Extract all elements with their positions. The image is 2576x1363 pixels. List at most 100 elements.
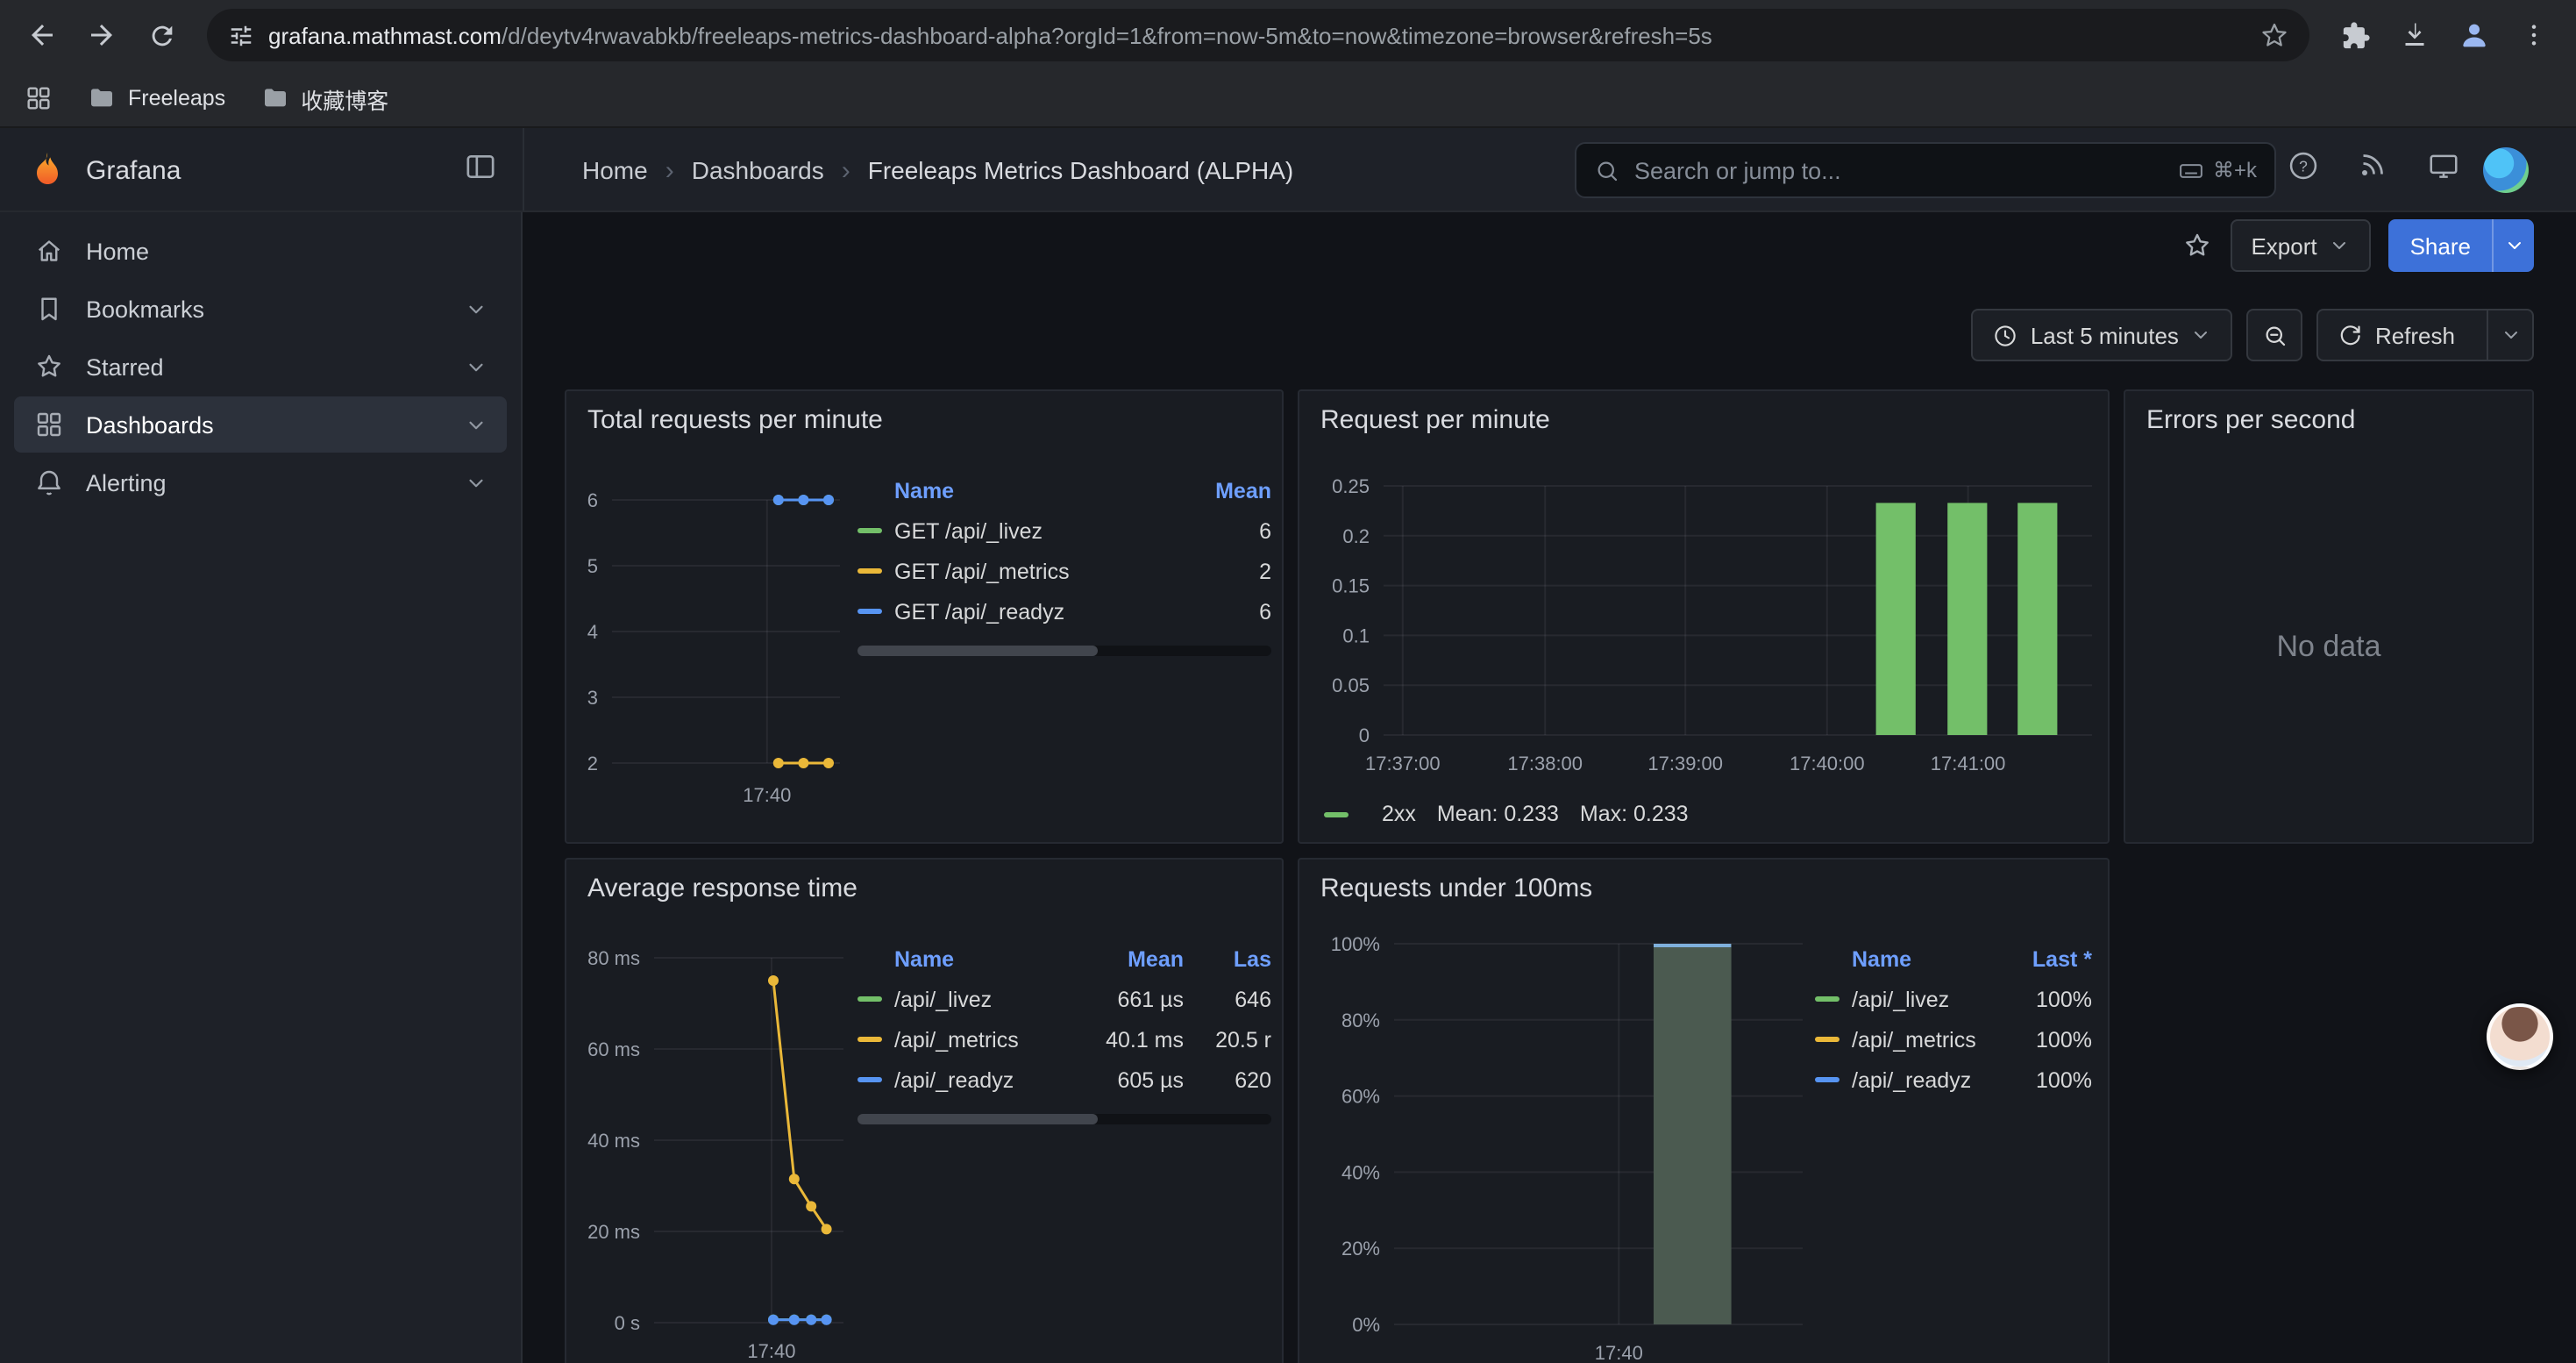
user-avatar[interactable] bbox=[2483, 147, 2529, 193]
breadcrumb-current[interactable]: Freeleaps Metrics Dashboard (ALPHA) bbox=[868, 156, 1294, 184]
series-color-dash bbox=[1324, 811, 1348, 817]
legend-series-row[interactable]: GET /api/_metrics2 bbox=[857, 551, 1271, 591]
panel-title[interactable]: Requests under 100ms bbox=[1299, 860, 2108, 917]
chevron-down-icon[interactable] bbox=[465, 355, 487, 378]
downloads-button[interactable] bbox=[2387, 7, 2443, 63]
legend-series-row[interactable]: /api/_livez661 µs646 bbox=[857, 979, 1271, 1019]
profile-icon bbox=[2457, 18, 2492, 53]
scrollbar-thumb[interactable] bbox=[857, 1114, 1098, 1124]
bookmark-star-icon[interactable] bbox=[2260, 21, 2288, 49]
legend-series-row[interactable]: /api/_readyz605 µs620 bbox=[857, 1060, 1271, 1100]
chevron-down-icon[interactable] bbox=[465, 471, 487, 494]
refresh-interval-button[interactable] bbox=[2487, 310, 2532, 360]
url-bar[interactable]: grafana.mathmast.com/d/deytv4rwavabkb/fr… bbox=[207, 9, 2309, 61]
breadcrumb: Home › Dashboards › Freeleaps Metrics Da… bbox=[582, 128, 1293, 212]
legend-series-row[interactable]: GET /api/_livez6 bbox=[857, 510, 1271, 551]
series-name[interactable]: /api/_metrics bbox=[1852, 1027, 2004, 1052]
assistant-avatar-button[interactable] bbox=[2487, 1003, 2553, 1070]
legend-scrollbar[interactable] bbox=[857, 1114, 1271, 1124]
zoom-out-button[interactable] bbox=[2247, 309, 2303, 361]
legend[interactable]: 2xx Mean: 0.233 Max: 0.233 bbox=[1324, 802, 1689, 826]
extensions-button[interactable] bbox=[2327, 7, 2383, 63]
legend-column-header[interactable]: Last * bbox=[2004, 947, 2092, 972]
share-button[interactable]: Share bbox=[2389, 219, 2492, 272]
legend-series-row[interactable]: /api/_livez100% bbox=[1815, 979, 2092, 1019]
legend-column-header[interactable]: Las bbox=[1184, 947, 1271, 972]
sidebar-item-alerting[interactable]: Alerting bbox=[14, 454, 507, 510]
help-button[interactable]: ? bbox=[2287, 149, 2320, 182]
series-name[interactable]: /api/_metrics bbox=[894, 1027, 1068, 1052]
series-value: 661 µs bbox=[1068, 987, 1184, 1011]
svg-text:0.25: 0.25 bbox=[1332, 475, 1370, 497]
series-name[interactable]: GET /api/_livez bbox=[894, 518, 1184, 543]
requests-under-100ms-bar-chart[interactable]: 100%80%60%40%20%0%17:40 bbox=[1303, 923, 1850, 1363]
series-name[interactable]: /api/_readyz bbox=[894, 1067, 1068, 1092]
profile-button[interactable] bbox=[2446, 7, 2502, 63]
total-requests-line-chart[interactable]: 6543217:40 bbox=[570, 454, 854, 826]
breadcrumb-home[interactable]: Home bbox=[582, 156, 648, 184]
series-name[interactable]: GET /api/_metrics bbox=[894, 559, 1184, 583]
series-value: 2 bbox=[1184, 559, 1271, 583]
panel-title[interactable]: Errors per second bbox=[2125, 391, 2532, 449]
time-range-label: Last 5 minutes bbox=[2031, 322, 2179, 348]
news-button[interactable] bbox=[2357, 149, 2388, 181]
series-name[interactable]: /api/_livez bbox=[894, 987, 1068, 1011]
svg-text:100%: 100% bbox=[1331, 933, 1380, 955]
series-name[interactable]: 2xx bbox=[1382, 802, 1416, 826]
series-name[interactable]: /api/_readyz bbox=[1852, 1067, 2004, 1092]
series-value: 605 µs bbox=[1068, 1067, 1184, 1092]
refresh-button[interactable]: Refresh bbox=[2319, 310, 2474, 360]
search-input[interactable]: Search or jump to... ⌘+k bbox=[1575, 142, 2276, 198]
panel-title[interactable]: Total requests per minute bbox=[566, 391, 1282, 449]
apps-grid-icon[interactable] bbox=[25, 84, 53, 112]
monitor-icon bbox=[2427, 149, 2460, 182]
svg-text:17:40: 17:40 bbox=[747, 1340, 795, 1362]
chevron-down-icon[interactable] bbox=[465, 297, 487, 320]
bookmark-folder-blogs[interactable]: 收藏博客 bbox=[260, 82, 388, 115]
legend-column-header[interactable]: Mean bbox=[1068, 947, 1184, 972]
browser-menu-button[interactable] bbox=[2506, 7, 2562, 63]
series-name[interactable]: /api/_livez bbox=[1852, 987, 2004, 1011]
refresh-split-button: Refresh bbox=[2317, 309, 2534, 361]
average-response-time-line-chart[interactable]: 80 ms60 ms40 ms20 ms0 s17:40 bbox=[570, 923, 854, 1363]
back-button[interactable] bbox=[14, 7, 70, 63]
grafana-header: Grafana Home › Dashboards › Freeleaps Me… bbox=[0, 128, 2576, 212]
legend-series-row[interactable]: /api/_readyz100% bbox=[1815, 1060, 2092, 1100]
zoom-out-icon bbox=[2262, 322, 2288, 348]
legend-column-header[interactable]: Mean bbox=[1184, 479, 1271, 503]
export-button[interactable]: Export bbox=[2230, 219, 2371, 272]
bookmark-label: Freeleaps bbox=[128, 86, 225, 111]
favorite-star-button[interactable] bbox=[2181, 230, 2212, 261]
legend-column-header[interactable]: Name bbox=[894, 947, 1068, 972]
grafana-brand[interactable]: Grafana bbox=[25, 128, 181, 212]
refresh-icon bbox=[2338, 323, 2363, 347]
panel-title[interactable]: Request per minute bbox=[1299, 391, 2108, 449]
legend-column-header[interactable]: Name bbox=[894, 479, 1184, 503]
forward-button[interactable] bbox=[74, 7, 130, 63]
sidebar-item-home[interactable]: Home bbox=[14, 223, 507, 279]
panel-title[interactable]: Average response time bbox=[566, 860, 1282, 917]
reload-button[interactable] bbox=[133, 7, 189, 63]
sidebar-item-dashboards[interactable]: Dashboards bbox=[14, 396, 507, 453]
site-settings-icon[interactable] bbox=[228, 22, 254, 48]
sidebar-item-label: Bookmarks bbox=[86, 296, 204, 322]
legend-scrollbar[interactable] bbox=[857, 646, 1271, 656]
breadcrumb-dashboards[interactable]: Dashboards bbox=[692, 156, 824, 184]
chevron-down-icon[interactable] bbox=[465, 413, 487, 436]
request-per-minute-bar-chart[interactable]: 0.250.20.150.10.05017:37:0017:38:0017:39… bbox=[1303, 454, 2103, 791]
legend-series-row[interactable]: /api/_metrics40.1 ms20.5 r bbox=[857, 1019, 1271, 1060]
display-button[interactable] bbox=[2427, 149, 2460, 182]
time-range-picker[interactable]: Last 5 minutes bbox=[1971, 309, 2233, 361]
series-name[interactable]: GET /api/_readyz bbox=[894, 599, 1184, 624]
scrollbar-thumb[interactable] bbox=[857, 646, 1098, 656]
bookmark-folder-freeleaps[interactable]: Freeleaps bbox=[88, 84, 225, 112]
legend-series-row[interactable]: /api/_metrics100% bbox=[1815, 1019, 2092, 1060]
sidebar-collapse-button[interactable] bbox=[463, 149, 498, 184]
legend-header-row: NameMean bbox=[857, 472, 1271, 510]
share-menu-button[interactable] bbox=[2492, 219, 2534, 272]
legend-column-header[interactable]: Name bbox=[1852, 947, 2004, 972]
url-text[interactable]: grafana.mathmast.com/d/deytv4rwavabkb/fr… bbox=[268, 22, 2246, 48]
sidebar-item-starred[interactable]: Starred bbox=[14, 339, 507, 395]
legend-series-row[interactable]: GET /api/_readyz6 bbox=[857, 591, 1271, 632]
sidebar-item-bookmarks[interactable]: Bookmarks bbox=[14, 281, 507, 337]
